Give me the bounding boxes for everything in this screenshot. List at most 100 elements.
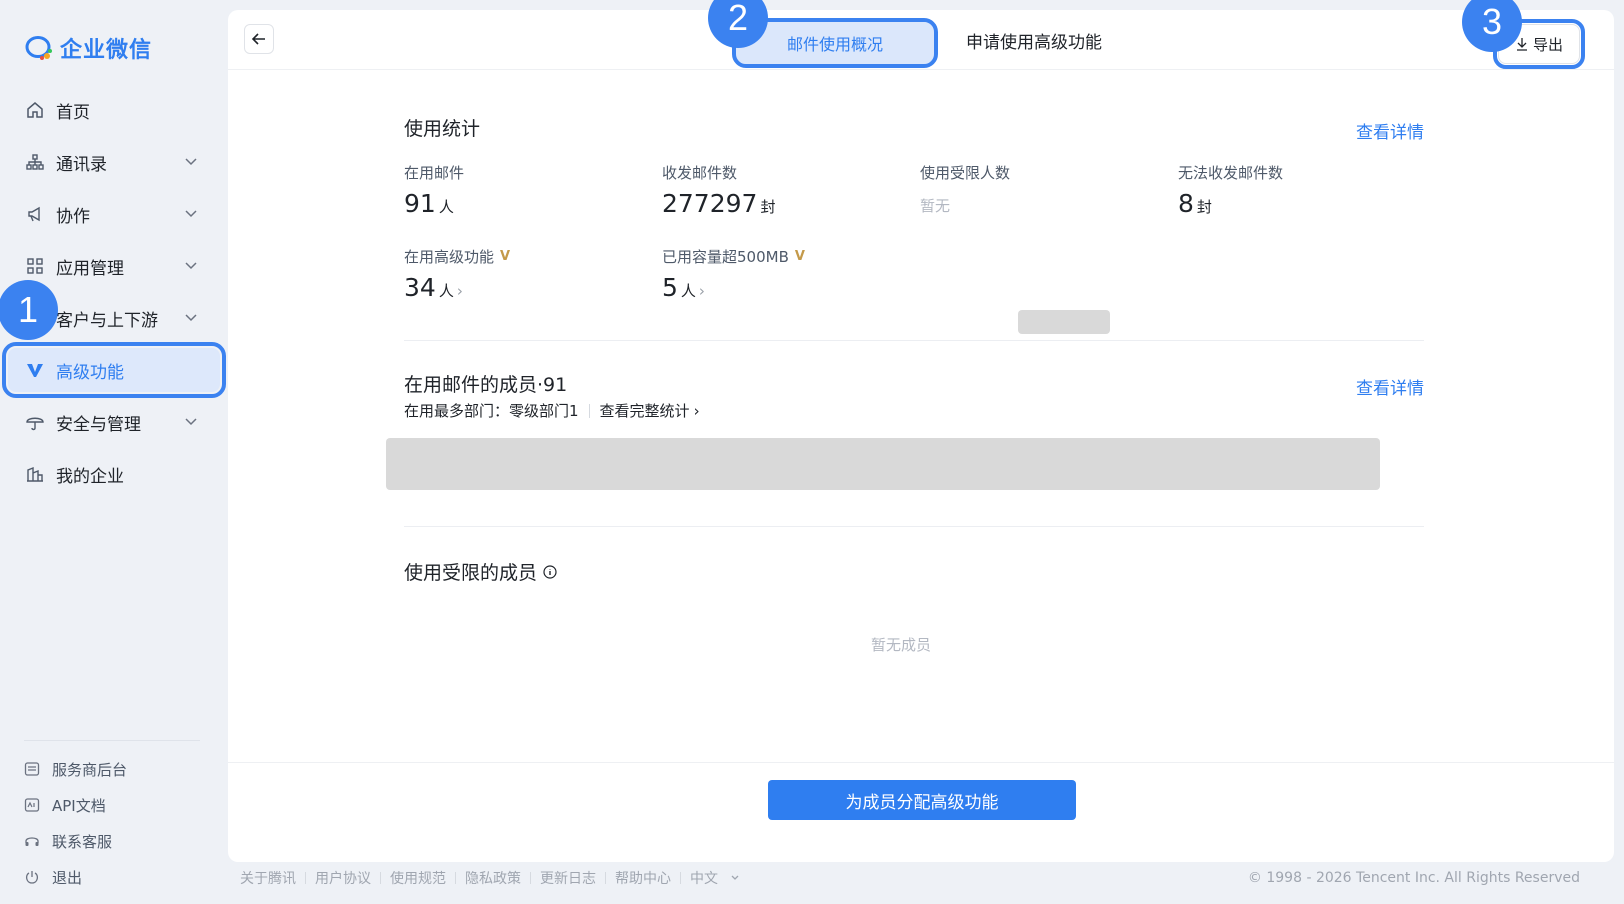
chevron-right-icon: › xyxy=(698,282,705,300)
stat-value: 8 封 xyxy=(1178,189,1283,218)
umbrella-icon xyxy=(26,413,44,431)
power-icon xyxy=(24,869,40,885)
stat-advanced[interactable]: 在用高级功能 V 34 人 › xyxy=(404,246,510,302)
footer-link-privacy[interactable]: 隐私政策 xyxy=(465,868,521,888)
footer-links: 关于腾讯 用户协议 使用规范 隐私政策 更新日志 帮助中心 中文 xyxy=(240,868,740,888)
language-select[interactable]: 中文 xyxy=(690,868,740,888)
divider xyxy=(404,526,1424,527)
divider xyxy=(404,340,1424,341)
footer-link-help[interactable]: 帮助中心 xyxy=(615,868,671,888)
sidebar-item-contacts[interactable]: 通讯录 xyxy=(0,136,228,188)
separator xyxy=(530,872,531,884)
tab-apply-advanced[interactable]: 申请使用高级功能 xyxy=(966,28,1102,53)
stat-over-500mb[interactable]: 已用容量超500MB V 5 人 › xyxy=(662,246,805,302)
chevron-down-icon xyxy=(731,875,739,880)
loading-placeholder xyxy=(1018,310,1110,334)
footer-link-changelog[interactable]: 更新日志 xyxy=(540,868,596,888)
stat-number: 34 xyxy=(404,273,436,302)
logout-label: 退出 xyxy=(52,868,83,887)
restricted-members-title: 使用受限的成员 xyxy=(404,562,538,584)
separator xyxy=(380,872,381,884)
sidebar-item-label: 协作 xyxy=(56,206,90,227)
contact-support-link[interactable]: 联系客服 xyxy=(24,823,200,859)
separator xyxy=(305,872,306,884)
stat-sent-received: 收发邮件数 277297 封 xyxy=(662,162,775,218)
sidebar-item-home[interactable]: 首页 xyxy=(0,84,228,136)
stat-label: 已用容量超500MB V xyxy=(662,246,805,267)
wecom-logo-icon xyxy=(25,36,52,60)
stat-label-text: 在用高级功能 xyxy=(404,248,495,266)
chevron-down-icon[interactable] xyxy=(184,206,198,220)
home-icon xyxy=(26,101,44,119)
usage-stats-title: 使用统计 xyxy=(404,118,481,140)
stat-active-mail: 在用邮件 91 人 xyxy=(404,162,464,218)
assign-advanced-button[interactable]: 为成员分配高级功能 xyxy=(768,780,1076,820)
language-label: 中文 xyxy=(690,871,718,887)
sidebar-item-label: 我的企业 xyxy=(56,466,124,487)
action-bar: 为成员分配高级功能 xyxy=(228,762,1614,862)
members-subline: 在用最多部门：零级部门1 查看完整统计 › xyxy=(404,400,700,421)
footer-link-rules[interactable]: 使用规范 xyxy=(390,868,446,888)
footer-link-about[interactable]: 关于腾讯 xyxy=(240,868,296,888)
stat-value: 34 人 › xyxy=(404,273,510,302)
api-docs-label: API文档 xyxy=(52,796,106,815)
vip-icon: V xyxy=(794,249,805,264)
empty-state-text: 暂无成员 xyxy=(870,636,931,654)
chevron-right-icon: › xyxy=(456,282,463,300)
building-icon xyxy=(26,465,44,483)
members-detail-link[interactable]: 查看详情 xyxy=(1356,374,1424,399)
back-button[interactable] xyxy=(244,24,274,54)
separator xyxy=(588,403,590,418)
stat-label-text: 已用容量超500MB xyxy=(662,248,789,266)
stat-label: 在用高级功能 V xyxy=(404,246,510,267)
loading-placeholder xyxy=(386,438,1380,490)
logo-text: 企业微信 xyxy=(60,38,153,63)
sidebar-item-advanced[interactable]: 高级功能 xyxy=(2,342,226,398)
separator xyxy=(455,872,456,884)
stat-label: 无法收发邮件数 xyxy=(1178,164,1284,182)
download-icon xyxy=(1516,38,1527,51)
sidebar: 企业微信 首页 通讯录 协作 应用管理 客户与上下游 高级功能 安全与管理 我的… xyxy=(0,0,228,904)
sidebar-item-my-company[interactable]: 我的企业 xyxy=(0,448,228,500)
chevron-down-icon[interactable] xyxy=(184,414,198,428)
arrow-left-icon xyxy=(251,33,265,45)
active-members-title: 在用邮件的成员·91 xyxy=(404,374,568,396)
sidebar-item-label: 客户与上下游 xyxy=(56,310,158,331)
sidebar-item-label: 高级功能 xyxy=(56,362,124,383)
restricted-title-row: 使用受限的成员 xyxy=(404,558,1424,585)
provider-console-link[interactable]: 服务商后台 xyxy=(24,751,200,787)
chevron-down-icon[interactable] xyxy=(184,154,198,168)
full-stats-link[interactable]: 查看完整统计 xyxy=(600,400,690,421)
sidebar-bottom-links: 服务商后台 API文档 联系客服 退出 xyxy=(24,740,200,895)
top-department: 在用最多部门：零级部门1 xyxy=(404,402,579,420)
stat-unit: 人 xyxy=(438,282,454,300)
separator xyxy=(605,872,606,884)
usage-detail-link[interactable]: 查看详情 xyxy=(1356,118,1424,143)
stat-number: 91 xyxy=(404,189,436,218)
headset-icon xyxy=(24,833,40,849)
info-icon[interactable] xyxy=(543,564,557,579)
stat-unit: 封 xyxy=(760,198,776,216)
sidebar-item-label: 安全与管理 xyxy=(56,414,141,435)
separator xyxy=(680,872,681,884)
logo[interactable]: 企业微信 xyxy=(24,32,152,64)
chevron-down-icon[interactable] xyxy=(184,310,198,324)
stat-unit: 封 xyxy=(1196,198,1212,216)
stat-label: 收发邮件数 xyxy=(662,164,738,182)
sidebar-item-collab[interactable]: 协作 xyxy=(0,188,228,240)
stat-restricted: 使用受限人数 暂无 xyxy=(920,162,1010,216)
stat-unit: 人 xyxy=(438,198,454,216)
stat-value: 5 人 › xyxy=(662,273,805,302)
chevron-down-icon[interactable] xyxy=(184,258,198,272)
stat-unit: 人 xyxy=(680,282,696,300)
stat-number: 5 xyxy=(662,273,678,302)
export-label: 导出 xyxy=(1532,35,1563,54)
logout-link[interactable]: 退出 xyxy=(24,859,200,895)
sidebar-item-security[interactable]: 安全与管理 xyxy=(0,396,228,448)
stat-label: 在用邮件 xyxy=(404,164,465,182)
footer-link-agreement[interactable]: 用户协议 xyxy=(315,868,371,888)
api-docs-link[interactable]: API文档 xyxy=(24,787,200,823)
contact-support-label: 联系客服 xyxy=(52,832,113,851)
usage-stats-section: 使用统计 查看详情 在用邮件 91 人 收发邮件数 277297 封 使用受限人… xyxy=(404,114,1424,344)
provider-console-label: 服务商后台 xyxy=(52,760,128,779)
